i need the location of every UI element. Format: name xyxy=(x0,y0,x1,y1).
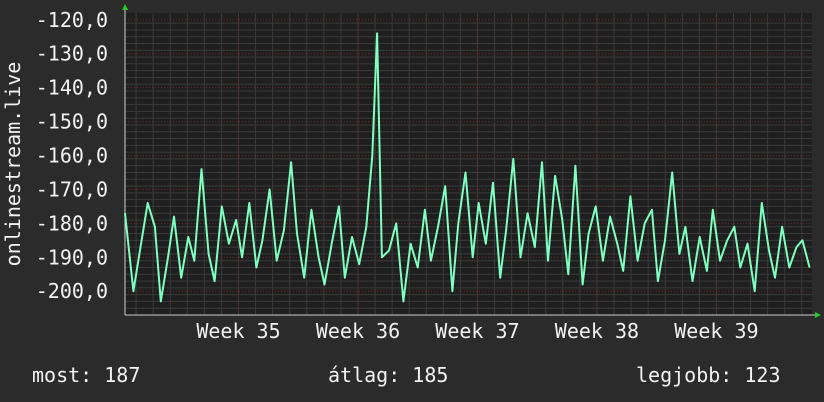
y-tick-label: -200,0 xyxy=(36,279,108,303)
y-axis-label: onlinestream.live xyxy=(1,62,25,267)
stat-best: legjobb: 123 xyxy=(636,363,781,387)
y-tick-label: -170,0 xyxy=(36,177,108,201)
x-axis-arrow xyxy=(815,312,821,318)
stat-average: átlag: 185 xyxy=(328,363,449,387)
plot-area xyxy=(125,13,812,315)
x-tick-label: Week 38 xyxy=(555,319,639,343)
stat-now: most: 187 xyxy=(32,363,141,387)
x-tick-label: Week 36 xyxy=(316,319,400,343)
y-tick-label: -130,0 xyxy=(36,42,108,66)
x-tick-label: Week 37 xyxy=(435,319,519,343)
chart-container: -120,0 -130,0 -140,0 -150,0 -160,0 -170,0 -180… xyxy=(0,0,824,402)
x-tick-label: Week 35 xyxy=(196,319,280,343)
y-tick-label: -140,0 xyxy=(36,76,108,100)
y-tick-label: -180,0 xyxy=(36,211,108,235)
chart: -120,0 -130,0 -140,0 -150,0 -160,0 -170,0 -180… xyxy=(1,4,821,343)
y-axis-arrow xyxy=(122,4,128,10)
y-tick-label: -160,0 xyxy=(36,144,108,168)
y-tick-label: -190,0 xyxy=(36,245,108,269)
y-tick-label: -120,0 xyxy=(36,8,108,32)
y-tick-label: -150,0 xyxy=(36,110,108,134)
x-tick-label: Week 39 xyxy=(674,319,758,343)
